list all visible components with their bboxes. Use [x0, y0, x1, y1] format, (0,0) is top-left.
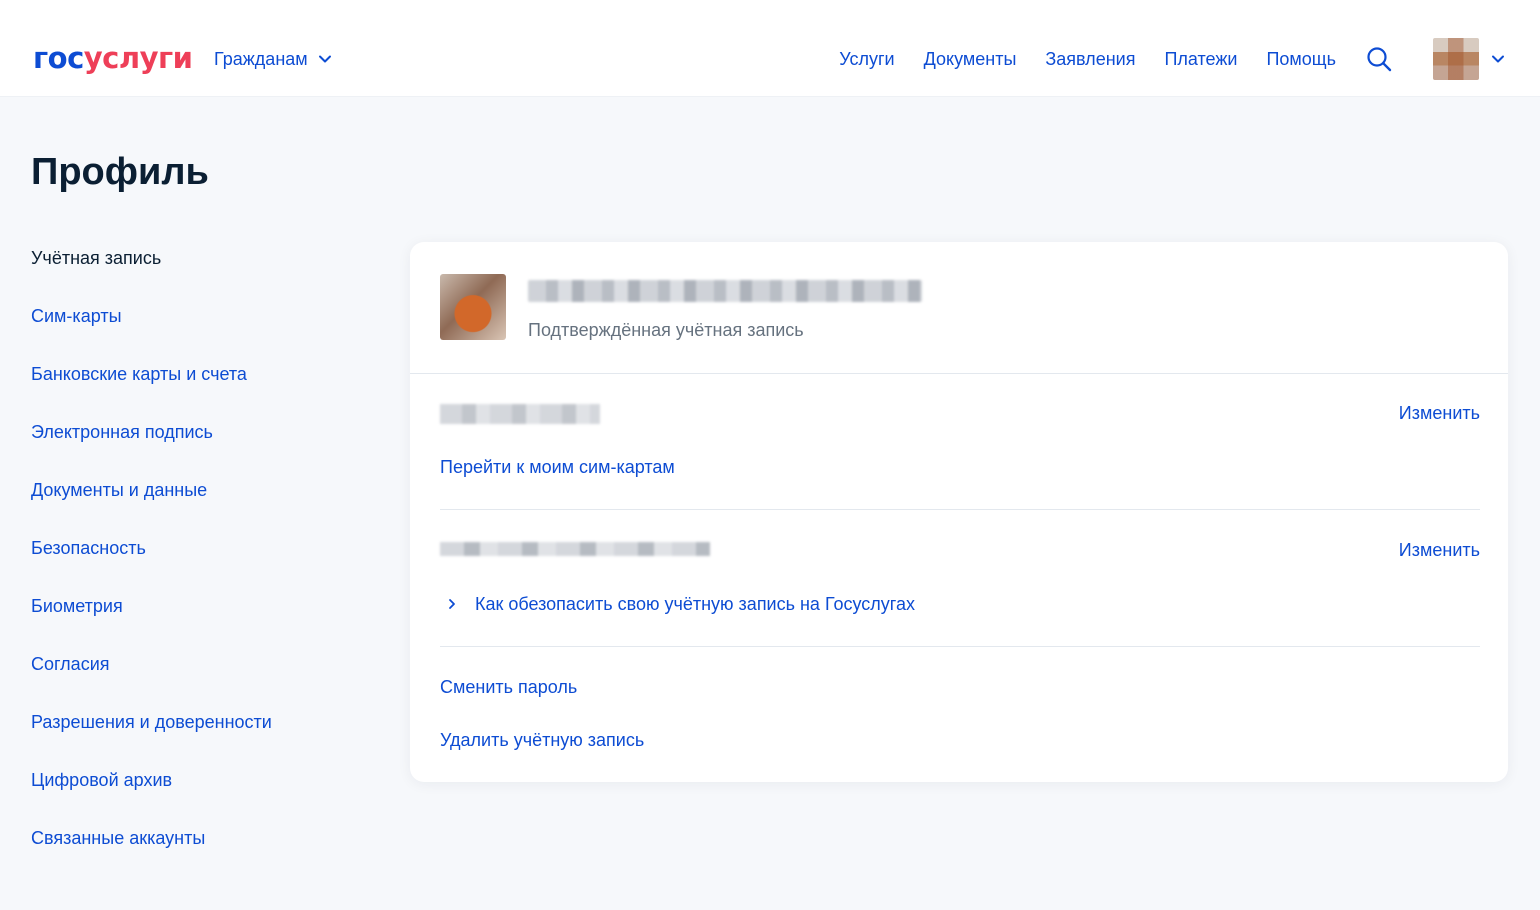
chevron-down-icon[interactable] — [1491, 52, 1505, 66]
audience-label: Гражданам — [214, 49, 308, 69]
sidebar-item-sim-cards[interactable]: Сим-карты — [31, 302, 272, 360]
account-card: Подтверждённая учётная запись Изменить П… — [410, 242, 1508, 782]
chevron-right-icon — [449, 599, 455, 609]
sidebar-item-biometrics[interactable]: Биометрия — [31, 592, 272, 650]
profile-sidebar: Учётная запись Сим-карты Банковские карт… — [31, 244, 272, 882]
delete-account-link[interactable]: Удалить учётную запись — [440, 728, 644, 752]
sidebar-item-e-signature[interactable]: Электронная подпись — [31, 418, 272, 476]
sidebar-item-digital-archive[interactable]: Цифровой архив — [31, 766, 272, 824]
account-status: Подтверждённая учётная запись — [528, 320, 804, 340]
change-phone-link[interactable]: Изменить — [1399, 401, 1480, 425]
sidebar-item-bank-cards[interactable]: Банковские карты и счета — [31, 360, 272, 418]
nav-applications[interactable]: Заявления — [1045, 48, 1135, 70]
nav-help[interactable]: Помощь — [1266, 48, 1336, 70]
divider — [440, 509, 1480, 510]
sidebar-item-consents[interactable]: Согласия — [31, 650, 272, 708]
secure-account-label: Как обезопасить свою учётную запись на Г… — [475, 594, 915, 614]
sim-cards-link[interactable]: Перейти к моим сим-картам — [440, 455, 675, 479]
change-password-link[interactable]: Сменить пароль — [440, 675, 577, 699]
user-name-redacted — [528, 280, 922, 302]
chevron-down-icon — [318, 55, 331, 63]
nav-services[interactable]: Услуги — [839, 48, 894, 70]
secure-account-expander[interactable]: Как обезопасить свою учётную запись на Г… — [446, 592, 915, 616]
user-avatar[interactable] — [1433, 38, 1479, 80]
phone-redacted — [440, 404, 600, 424]
top-header: госуслуги Гражданам Услуги Документы Зая… — [0, 0, 1540, 97]
main-nav: Услуги Документы Заявления Платежи Помощ… — [839, 48, 1336, 70]
logo-part-uslugi: услуги — [83, 41, 193, 75]
sidebar-item-security[interactable]: Безопасность — [31, 534, 272, 592]
profile-avatar — [440, 274, 506, 340]
page-title: Профиль — [31, 151, 209, 193]
divider — [440, 646, 1480, 647]
audience-dropdown[interactable]: Гражданам — [214, 48, 332, 70]
gosuslugi-logo[interactable]: госуслуги — [33, 38, 193, 78]
nav-documents[interactable]: Документы — [924, 48, 1017, 70]
profile-summary: Подтверждённая учётная запись — [410, 242, 1508, 374]
sidebar-item-account[interactable]: Учётная запись — [31, 244, 272, 302]
change-email-link[interactable]: Изменить — [1399, 538, 1480, 562]
nav-payments[interactable]: Платежи — [1164, 48, 1237, 70]
logo-part-gos: гос — [33, 41, 84, 75]
email-redacted — [440, 542, 710, 556]
sidebar-item-linked-accounts[interactable]: Связанные аккаунты — [31, 824, 272, 882]
search-icon[interactable] — [1366, 46, 1392, 72]
sidebar-item-permissions[interactable]: Разрешения и доверенности — [31, 708, 272, 766]
sidebar-item-documents[interactable]: Документы и данные — [31, 476, 272, 534]
